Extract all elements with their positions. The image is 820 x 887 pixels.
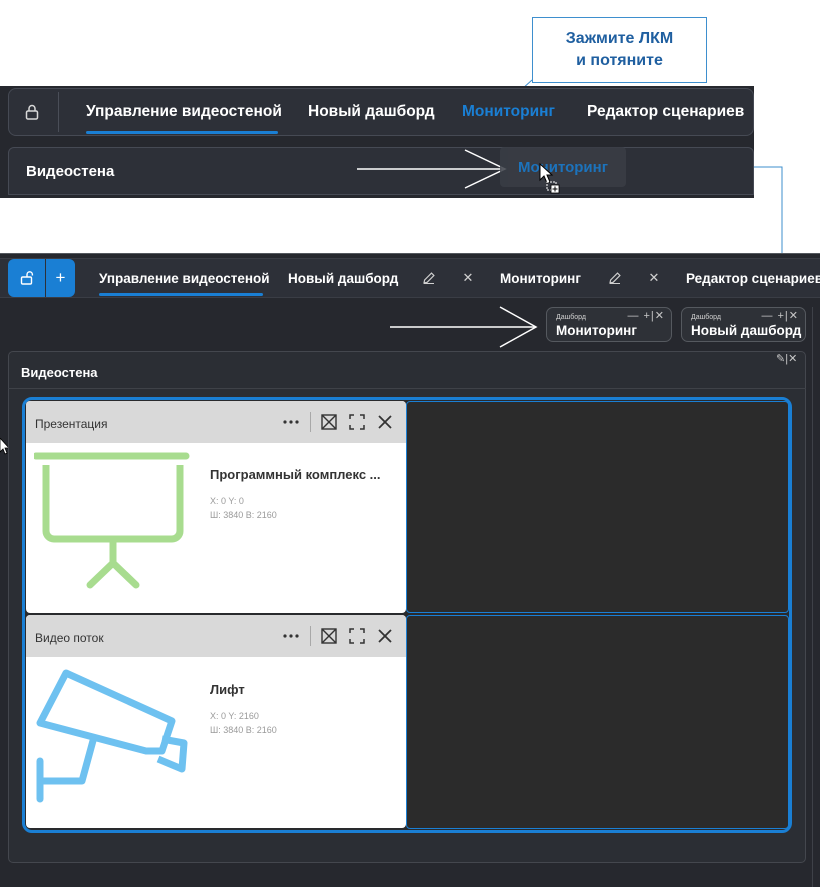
top-tab-monitoring[interactable]: Мониторинг [462,103,555,121]
more-horizontal-icon [283,634,299,638]
tab-new-dashboard-close[interactable]: ✕ [460,270,476,286]
chip-window-controls[interactable]: — +|✕ [627,309,665,322]
pencil-icon [423,272,435,284]
card-close-button[interactable] [376,627,394,645]
add-tab-button[interactable]: + [46,259,75,297]
dashboard-chip-monitoring[interactable]: Дашборд Мониторинг — +|✕ [546,307,672,342]
source-name: Лифт [210,682,245,697]
drag-cursor-icon [539,163,560,194]
chip-title: Новый дашборд [691,323,802,338]
chip-caption: Дашборд [556,314,586,321]
right-panel-edge [812,307,820,887]
top-tab-scenario-editor[interactable]: Редактор сценариев [587,103,744,121]
chip-caption: Дашборд [691,314,721,321]
tab-scenario-editor[interactable]: Редактор сценариев [686,271,820,286]
dashboard-chip-new-dashboard[interactable]: Дашборд Новый дашборд — +|✕ [681,307,806,342]
wall-cell-empty[interactable] [406,401,789,613]
card-fullscreen-button[interactable] [348,627,366,645]
top-panel-title: Видеостена [26,163,115,180]
chip-title: Мониторинг [556,323,637,338]
source-resolution: Ш: 3840 В: 2160 [210,725,277,735]
card-stretch-button[interactable] [320,627,338,645]
videowall-panel-header [8,351,806,389]
tab-new-dashboard[interactable]: Новый дашборд [288,271,398,286]
more-horizontal-icon [283,420,299,424]
source-position: X: 0 Y: 2160 [210,711,259,721]
source-name: Программный комплекс ... [210,467,381,482]
card-close-button[interactable] [376,413,394,431]
source-card-video-stream[interactable]: Видео поток Лифт X: 0 Y: 2160 Ш: 3840 В:… [26,615,406,828]
security-camera-icon [36,669,188,803]
unlock-icon [20,271,33,285]
card-more-button[interactable] [282,413,300,431]
top-tab-new-dashboard[interactable]: Новый дашборд [308,103,435,121]
fullscreen-icon [349,628,365,644]
tab-bar-divider [58,92,59,132]
expand-diagonal-icon [321,628,337,644]
presentation-board-icon [34,452,190,589]
callout-line-1: Зажмите ЛКМ [565,30,674,47]
chip-window-controls[interactable]: — +|✕ [761,309,799,322]
dragged-tab-ghost[interactable]: Мониторинг [500,147,626,187]
drag-arrow-top [357,149,507,189]
tab-new-dashboard-edit[interactable] [421,270,437,286]
expand-diagonal-icon [321,414,337,430]
panel-controls[interactable]: ✎|✕ [776,352,797,365]
videowall-panel-title: Видеостена [21,365,98,380]
active-tab-underline [86,131,278,134]
card-control-divider [310,626,311,646]
source-position: X: 0 Y: 0 [210,496,244,506]
wall-cell-empty[interactable] [406,615,789,829]
lock-icon [25,104,39,120]
fullscreen-icon [349,414,365,430]
card-control-divider [310,412,311,432]
card-header-title: Презентация [35,417,108,431]
card-stretch-button[interactable] [320,413,338,431]
close-icon [378,415,392,429]
tab-videowall[interactable]: Управление видеостеной [99,271,270,286]
lock-button[interactable] [14,92,50,132]
tab-monitoring-close[interactable]: ✕ [646,270,662,286]
plus-icon: + [55,268,66,287]
callout-line-2: и потяните [576,52,663,69]
active-tab-underline [99,293,263,296]
drag-arrow-bottom [390,306,538,348]
tab-monitoring[interactable]: Мониторинг [500,271,581,286]
source-resolution: Ш: 3840 В: 2160 [210,510,277,520]
close-icon [378,629,392,643]
card-fullscreen-button[interactable] [348,413,366,431]
unlock-button[interactable] [8,259,45,297]
card-header-title: Видео поток [35,631,104,645]
callout-box: Зажмите ЛКМ и потяните [532,17,707,83]
card-more-button[interactable] [282,627,300,645]
tab-monitoring-edit[interactable] [607,270,623,286]
pencil-icon [609,272,621,284]
source-card-presentation[interactable]: Презентация Программный комплекс ... X: … [26,401,406,613]
top-tab-videowall[interactable]: Управление видеостеной [86,103,282,121]
